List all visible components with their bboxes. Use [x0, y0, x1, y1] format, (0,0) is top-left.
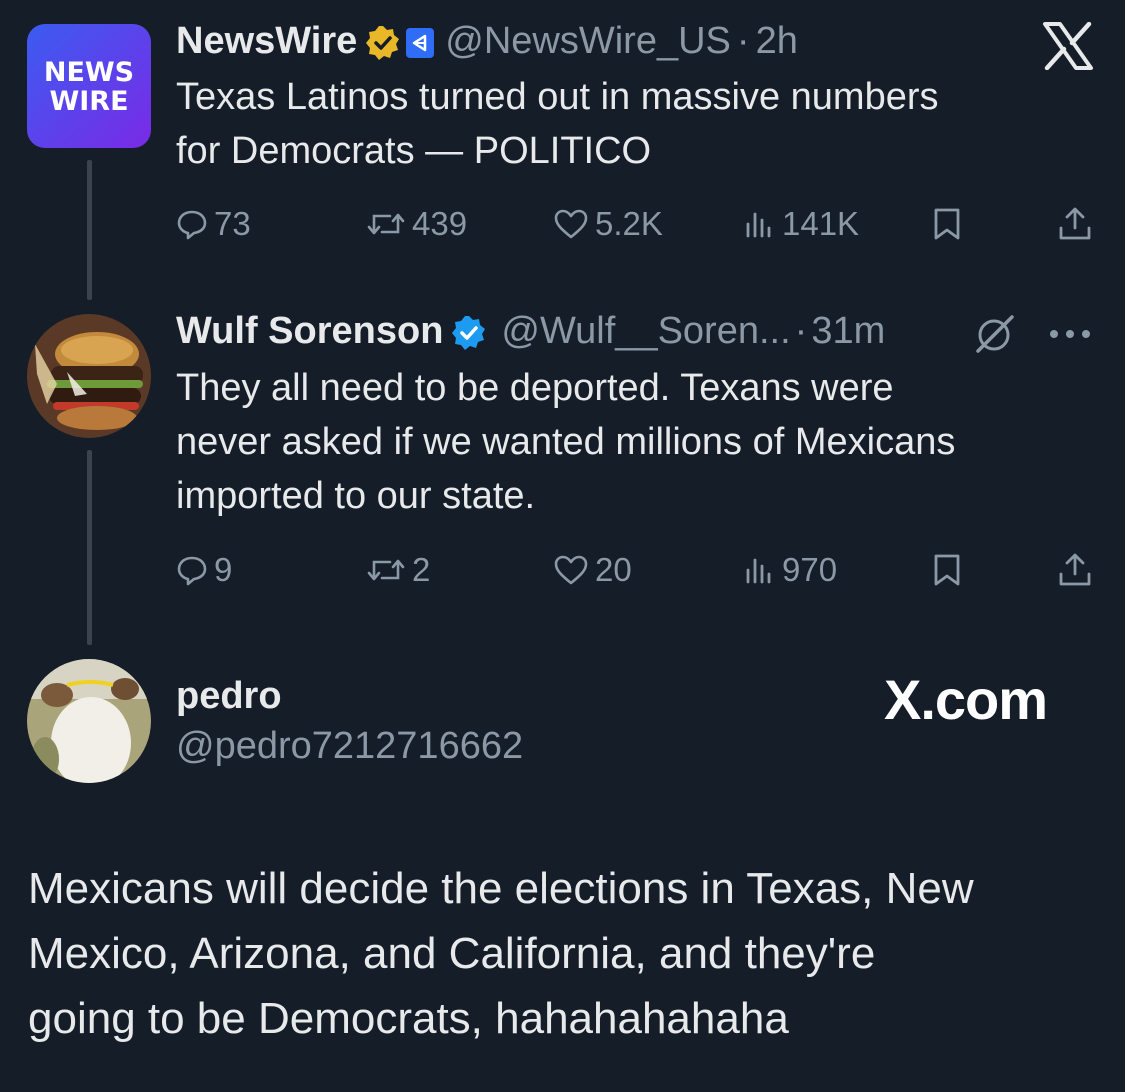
wulf-text-line: They all need to be deported. Texans wer…	[176, 367, 894, 409]
wulf-timestamp[interactable]: 31m	[811, 309, 885, 353]
newswire-tweet-text: Texas Latinos turned out in massive numb…	[176, 70, 1076, 178]
newswire-handle[interactable]: @NewsWire_US	[445, 19, 731, 63]
pedro-text-line: Mexico, Arizona, and California, and the…	[28, 929, 876, 978]
share-icon[interactable]	[1058, 206, 1092, 247]
views-count: 970	[782, 551, 838, 588]
views-button[interactable]: 970	[744, 550, 837, 590]
gold-verified-badge-icon	[365, 19, 401, 63]
grok-icon[interactable]	[972, 312, 1018, 361]
x-com-watermark: X.com	[884, 668, 1048, 731]
views-icon	[746, 212, 771, 238]
like-count: 20	[595, 551, 632, 588]
separator-dot: ·	[794, 310, 808, 352]
pedro-reply-text: Mexicans will decide the elections in Te…	[28, 856, 1098, 1051]
like-button[interactable]: 20	[553, 550, 632, 590]
wulf-text-line: imported to our state.	[176, 475, 536, 517]
repost-icon	[367, 213, 405, 235]
thread-line-1	[87, 160, 92, 300]
wulf-handle[interactable]: @Wulf__Soren...	[501, 309, 790, 353]
heart-icon	[554, 555, 588, 585]
share-icon[interactable]	[1058, 552, 1092, 593]
wulf-header: Wulf Sorenson @Wulf__Soren... · 31m	[176, 309, 885, 353]
more-options-icon[interactable]	[1046, 326, 1094, 347]
avatar-text-wire: WIRE	[49, 86, 129, 117]
views-icon	[746, 558, 771, 584]
thread-line-2	[87, 450, 92, 645]
pedro-avatar[interactable]	[27, 659, 151, 783]
repost-icon	[367, 559, 405, 581]
like-count: 5.2K	[595, 205, 663, 242]
reply-icon	[177, 210, 207, 240]
reply-button[interactable]: 9	[176, 550, 232, 590]
reply-button[interactable]: 73	[176, 204, 251, 244]
bookmark-icon[interactable]	[931, 553, 963, 592]
separator-dot: ·	[736, 20, 750, 62]
wulf-display-name[interactable]: Wulf Sorenson	[176, 309, 443, 353]
like-button[interactable]: 5.2K	[553, 204, 663, 244]
bookmark-icon[interactable]	[931, 207, 963, 246]
pedro-display-name[interactable]: pedro	[176, 674, 282, 718]
avatar-text-news: NEWS	[43, 57, 135, 88]
views-button[interactable]: 141K	[744, 204, 859, 244]
newswire-text-line: for Democrats — POLITICO	[176, 130, 652, 172]
wulf-avatar[interactable]	[27, 314, 151, 438]
newswire-text-line: Texas Latinos turned out in massive numb…	[176, 76, 939, 118]
repost-button[interactable]: 439	[366, 204, 467, 244]
x-logo-icon[interactable]	[1042, 21, 1094, 75]
newswire-avatar[interactable]: NEWS WIRE	[27, 24, 151, 148]
repost-count: 439	[412, 205, 468, 242]
affiliate-badge-icon	[405, 19, 435, 63]
pedro-text-line: Mexicans will decide the elections in Te…	[28, 864, 974, 913]
newswire-avatar-label: NEWS WIRE	[27, 58, 151, 116]
repost-count: 2	[412, 551, 431, 588]
pedro-text-line: going to be Democrats, hahahahahaha	[28, 994, 789, 1043]
reply-icon	[177, 556, 207, 586]
reply-count: 73	[214, 205, 251, 242]
heart-icon	[554, 209, 588, 239]
wulf-tweet-text: They all need to be deported. Texans wer…	[176, 361, 1096, 523]
newswire-display-name[interactable]: NewsWire	[176, 19, 357, 63]
views-count: 141K	[782, 205, 860, 242]
newswire-timestamp[interactable]: 2h	[756, 19, 798, 63]
blue-verified-badge-icon	[451, 309, 487, 353]
wulf-text-line: never asked if we wanted millions of Mex…	[176, 421, 956, 463]
newswire-header: NewsWire @NewsWire_US · 2h	[176, 19, 798, 63]
pedro-handle[interactable]: @pedro7212716662	[176, 724, 523, 768]
repost-button[interactable]: 2	[366, 550, 430, 590]
reply-count: 9	[214, 551, 233, 588]
